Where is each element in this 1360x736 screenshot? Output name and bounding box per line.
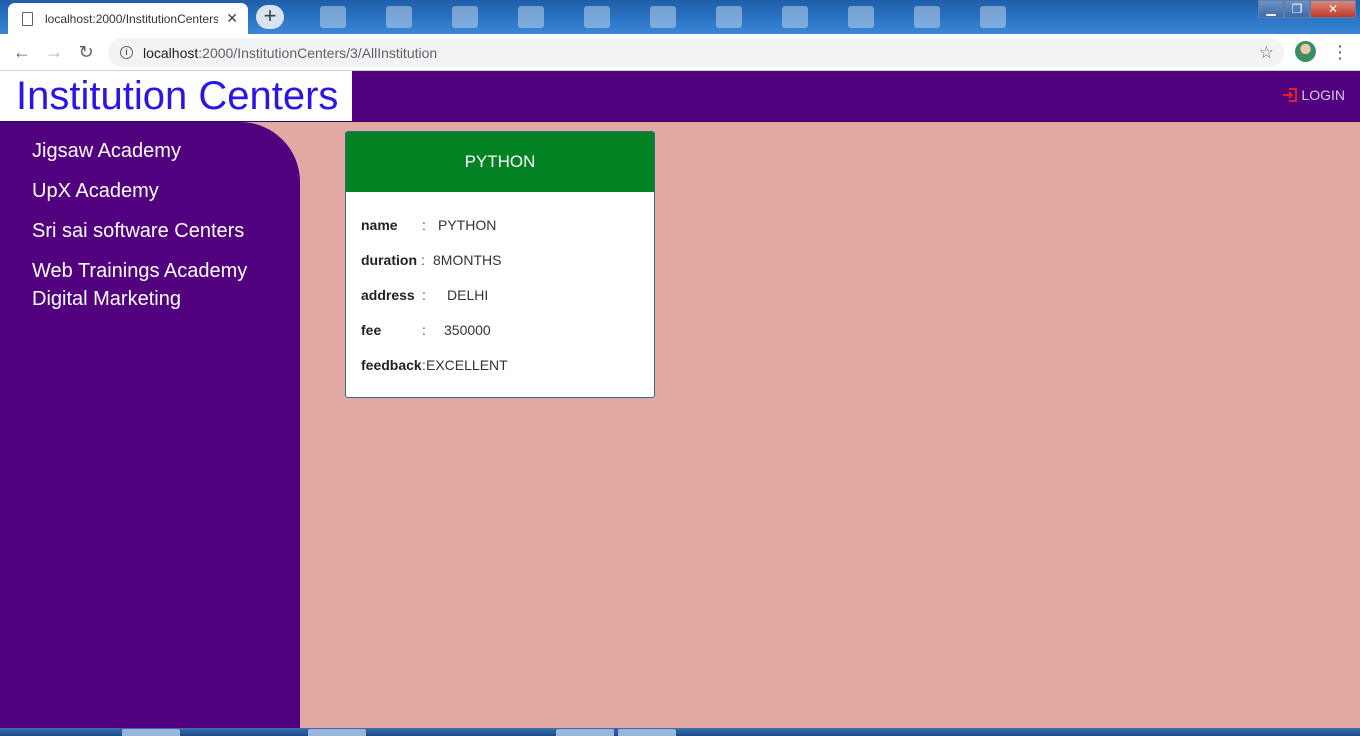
desktop-icon [452,6,478,28]
field-label: name [361,217,398,233]
url-host: localhost [143,44,199,61]
desktop-icon [320,6,346,28]
browser-tabstrip: localhost:2000/InstitutionCenters ✕ + ▁ … [0,0,1360,34]
window-controls: ▁ ❐ ✕ [1258,0,1356,18]
browser-toolbar: ← → ↻ i localhost:2000/InstitutionCenter… [0,34,1360,71]
card-title: PYTHON [346,132,654,192]
bookmark-star-icon[interactable]: ☆ [1259,43,1274,63]
desktop-icon [914,6,940,28]
desktop-icon [782,6,808,28]
info-icon[interactable]: i [120,46,133,59]
card-body: name : PYTHON duration : 8MONTHS address… [346,192,654,384]
sidebar-item-web-trainings-academy[interactable]: Web Trainings Academy [32,257,282,285]
institution-sidebar: Jigsaw Academy UpX Academy Sri sai softw… [0,122,300,728]
field-separator: : [422,322,426,338]
desktop-icon [386,6,412,28]
login-label: LOGIN [1301,87,1345,103]
sidebar-item-sri-sai-software-centers[interactable]: Sri sai software Centers [32,217,282,245]
field-row-address: address : DELHI [361,279,654,314]
sidebar-item-upx-academy[interactable]: UpX Academy [32,177,282,205]
desktop-background-icons [320,6,1006,28]
page-title: Institution Centers [16,74,339,118]
forward-arrow-icon[interactable]: → [42,41,66,63]
taskbar-button[interactable] [618,729,676,736]
field-value: PYTHON [438,217,497,233]
field-row-duration: duration : 8MONTHS [361,244,654,279]
field-label: address [361,287,415,303]
field-separator: : [422,287,426,303]
field-value: 8MONTHS [433,252,502,268]
field-row-feedback: feedback : EXCELLENT [361,349,654,384]
field-value: 350000 [444,322,491,338]
desktop-icon [584,6,610,28]
field-separator: : [421,252,425,268]
page-icon [22,11,33,26]
field-label: fee [361,322,382,338]
field-value: EXCELLENT [426,357,508,373]
taskbar-button[interactable] [122,729,180,736]
taskbar-button[interactable] [308,729,366,736]
tab-title: localhost:2000/InstitutionCenters [45,11,219,26]
app-header: Institution Centers LOGIN [0,71,1360,122]
profile-avatar[interactable] [1295,41,1316,62]
login-icon [1283,88,1298,102]
field-label: feedback [361,357,422,373]
field-row-name: name : PYTHON [361,209,654,244]
url-path: :2000/InstitutionCenters/3/AllInstitutio… [198,44,438,61]
url-text[interactable]: localhost:2000/InstitutionCenters/3/AllI… [143,45,437,61]
login-link[interactable]: LOGIN [1282,87,1345,103]
browser-menu-icon[interactable]: ⋮ [1331,41,1349,63]
field-separator: : [422,217,426,233]
os-taskbar [0,728,1360,736]
maximize-button[interactable]: ❐ [1284,0,1310,18]
tab-close-icon[interactable]: ✕ [226,10,238,27]
desktop-icon [848,6,874,28]
sidebar-item-digital-marketing[interactable]: Digital Marketing [32,285,282,313]
field-value: DELHI [447,287,489,303]
address-bar[interactable]: i localhost:2000/InstitutionCenters/3/Al… [108,38,1284,67]
browser-tab[interactable]: localhost:2000/InstitutionCenters ✕ [8,3,248,34]
reload-icon[interactable]: ↻ [74,41,98,63]
taskbar-button[interactable] [556,729,614,736]
minimize-button[interactable]: ▁ [1258,0,1284,18]
close-window-button[interactable]: ✕ [1310,0,1356,18]
back-arrow-icon[interactable]: ← [10,41,34,63]
sidebar-item-jigsaw-academy[interactable]: Jigsaw Academy [32,137,282,165]
brand-box: Institution Centers [0,71,352,121]
desktop-icon [716,6,742,28]
field-label: duration [361,252,417,268]
desktop-icon [518,6,544,28]
desktop-icon [650,6,676,28]
field-row-fee: fee : 350000 [361,314,654,349]
course-card: PYTHON name : PYTHON duration : 8MONTHS … [345,131,655,398]
desktop-icon [980,6,1006,28]
new-tab-button[interactable]: + [256,5,284,29]
